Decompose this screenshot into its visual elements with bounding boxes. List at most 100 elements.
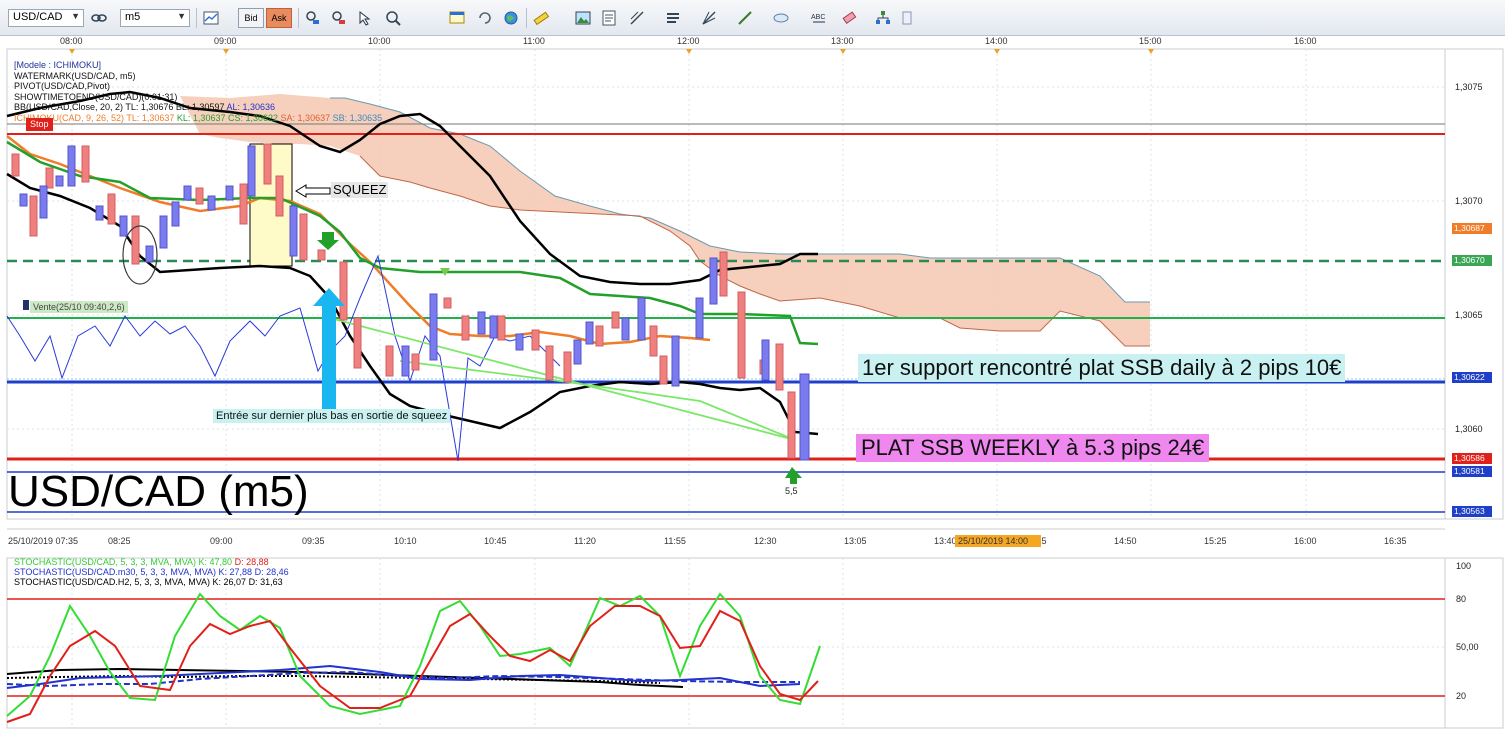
price-tag-blue3: 1,30563 [1452,506,1492,517]
toolbar: USD/CAD ▼ m5 ▼ Bid Ask ABC [0,0,1505,36]
time-label: 13:40 [934,536,957,546]
price-label: 1,3065 [1455,310,1483,320]
time-label: 14:00 [985,36,1008,46]
price-label: 1,3070 [1455,196,1483,206]
chevron-down-icon: ▼ [177,11,186,21]
stoch-axis-label: 80 [1456,594,1466,604]
time-label: 08:00 [60,36,83,46]
time-label: 11:20 [574,536,596,546]
time-label: 10:00 [368,36,391,46]
time-label: 15:00 [1139,36,1162,46]
time-label: 13:05 [844,536,867,546]
stop-badge: Stop [26,118,53,131]
time-label: 11:55 [664,536,686,546]
entry-annotation: Entrée sur dernier plus bas en sortie de… [213,409,451,423]
window-icon[interactable] [446,7,468,29]
toolbar-separator [526,8,527,28]
chart-area[interactable]: 08:00 09:00 10:00 11:00 12:00 13:00 14:0… [0,36,1505,730]
chart-type-icon[interactable] [200,7,222,29]
time-label: 16:00 [1294,536,1317,546]
stoch-legend-1-k: STOCHASTIC(USD/CAD, 5, 3, 3, MVA, MVA) K… [14,557,233,567]
time-cursor-label: 25/10/2019 14:00 [958,536,1028,546]
squeez-annotation: SQUEEZ [331,182,389,198]
eraser-icon[interactable] [838,7,860,29]
image-icon[interactable] [572,7,594,29]
indicator-legend: [Modele : ICHIMOKU] WATERMARK(USD/CAD, m… [14,60,382,123]
time-label: 10:10 [394,536,417,546]
bid-button[interactable]: Bid [238,8,264,28]
time-label: 10:45 [484,536,507,546]
price-tag-blue: 1,30622 [1452,372,1492,383]
price-tag-red: 1,30586 [1452,453,1492,464]
price-tag-green: 1,30670 [1452,255,1492,266]
scroll-icon[interactable] [896,7,918,29]
top-time-axis: 08:00 09:00 10:00 11:00 12:00 13:00 14:0… [60,36,1317,46]
price-label: 1,3060 [1455,424,1483,434]
chevron-down-icon: ▼ [71,11,80,21]
price-tag-blue2: 1,30581 [1452,466,1492,477]
svg-text:ABC: ABC [811,14,825,21]
time-label: 16:00 [1294,36,1317,46]
zoom-icon[interactable] [382,7,404,29]
time-label: 25/10/2019 07:35 [8,536,78,546]
ichimoku-sb: SB: 1,30635 [332,112,383,123]
time-label: 09:00 [214,36,237,46]
vente-badge-label: Vente(25/10 09:40,2,6) [33,302,125,312]
price-tag-bb: 1,30687 [1452,223,1492,234]
stoch-legend-1: STOCHASTIC(USD/CAD, 5, 3, 3, MVA, MVA) K… [14,557,289,567]
symbol-select[interactable]: USD/CAD ▼ [8,9,84,27]
line-icon[interactable] [734,7,756,29]
time-label: 12:00 [677,36,700,46]
price-axis-frame [1444,48,1504,520]
notes-icon[interactable] [598,7,620,29]
rotate-icon[interactable] [474,7,496,29]
bottom-time-axis: 25/10/2019 07:35 08:25 09:00 09:35 10:10… [8,536,1407,546]
toolbar-separator [196,8,197,28]
ichimoku-sa: SA: 1,30637 [280,112,331,123]
time-label: 14:50 [1114,536,1137,546]
stoch-legend-2: STOCHASTIC(USD/CAD.m30, 5, 3, 3, MVA, MV… [14,567,289,577]
time-label: 09:35 [302,536,325,546]
vente-badge: Vente(25/10 09:40,2,6) [30,301,128,313]
globe-icon[interactable] [500,7,522,29]
price-label: 1,3075 [1455,82,1483,92]
list-icon[interactable] [662,7,684,29]
support-annotation: 1er support rencontré plat SSB daily à 2… [858,354,1346,382]
ichimoku-legend: ICHIMOKU(CAD, 9, 26, 52) TL: 1,30637 KL:… [14,113,382,124]
stoch-axis-label: 50,00 [1456,642,1479,652]
fibonacci-icon[interactable] [626,7,648,29]
price-chart[interactable]: 08:00 09:00 10:00 11:00 12:00 13:00 14:0… [0,36,1505,730]
bb-legend: BB(USD/CAD,Close, 20, 2) TL: 1,30676 BL:… [14,102,382,113]
time-label: 15:25 [1204,536,1227,546]
fork-icon[interactable] [698,7,720,29]
timeframe-select-value: m5 [125,11,141,23]
ichimoku-kl: KL: 1,30637 [176,112,226,123]
stop-badge-label: Stop [30,119,49,129]
stoch-axis-label: 100 [1456,561,1471,571]
text-icon[interactable]: ABC [808,7,830,29]
ask-button-label: Ask [271,13,287,23]
time-label: 12:30 [754,536,777,546]
time-label: 09:00 [210,536,233,546]
stats-icon[interactable] [302,7,324,29]
cursor-icon[interactable] [354,7,376,29]
watermark-label: WATERMARK(USD/CAD, m5) [14,70,136,81]
time-label: 16:35 [1384,536,1407,546]
stoch-legend-3: STOCHASTIC(USD/CAD.H2, 5, 3, 3, MVA, MVA… [14,577,283,587]
stoch-axis-label: 20 [1456,691,1466,701]
ask-button[interactable]: Ask [266,8,292,28]
bb-al-value: AL: 1,30636 [226,102,276,112]
bid-button-label: Bid [244,13,258,23]
pivot-label: PIVOT(USD/CAD,Pivot) [14,81,111,91]
timeframe-select[interactable]: m5 ▼ [120,9,190,27]
ruler-icon[interactable] [530,7,552,29]
bb-values: BB(USD/CAD,Close, 20, 2) TL: 1,30676 BL:… [14,102,225,112]
time-label: 08:25 [108,536,131,546]
symbol-watermark: USD/CAD (m5) [8,467,309,516]
ellipse-icon[interactable] [770,7,792,29]
tree-icon[interactable] [872,7,894,29]
link-icon[interactable] [88,7,110,29]
indicator-icon[interactable] [328,7,350,29]
time-label: 11:00 [523,36,545,46]
time-label: 13:00 [831,36,854,46]
